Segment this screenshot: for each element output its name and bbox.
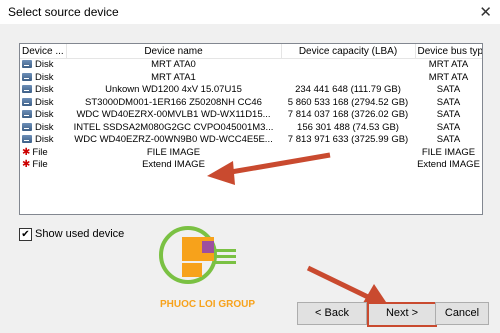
device-bus-cell: MRT ATA bbox=[428, 59, 469, 70]
column-header-device-capacity[interactable]: Device capacity (LBA) bbox=[281, 44, 416, 59]
select-source-device-dialog: Select source device ✕ Device ... Device… bbox=[0, 0, 500, 333]
disk-icon bbox=[22, 60, 32, 68]
dialog-title: Select source device bbox=[8, 5, 119, 19]
device-capacity-cell: 7 814 037 168 (3726.02 GB) bbox=[287, 109, 409, 120]
device-name-cell: INTEL SSDSA2M080G2GC CVPO045001M3... bbox=[73, 121, 274, 133]
table-row[interactable]: Disk MRT ATA1 MRT ATA bbox=[20, 72, 482, 85]
device-bus-cell: SATA bbox=[436, 109, 461, 120]
device-type-cell: Disk bbox=[20, 134, 66, 147]
disk-icon bbox=[22, 97, 32, 106]
annotation-arrow-file-image bbox=[207, 152, 331, 185]
back-button[interactable]: < Back bbox=[297, 302, 367, 325]
device-capacity-cell: 234 441 648 (111.79 GB) bbox=[295, 84, 401, 95]
logo-block-purple bbox=[202, 241, 214, 253]
cancel-button[interactable]: Cancel bbox=[435, 302, 489, 325]
device-type-cell: Disk bbox=[20, 59, 66, 72]
device-name-cell: MRT ATA1 bbox=[151, 71, 196, 83]
column-header-device-name[interactable]: Device name bbox=[66, 44, 282, 59]
close-icon[interactable]: ✕ bbox=[479, 3, 492, 21]
disk-icon bbox=[22, 72, 32, 81]
show-used-device-checkbox[interactable]: ✔ bbox=[19, 228, 32, 241]
device-type-cell: Disk bbox=[20, 97, 66, 110]
device-name-cell: Unkown WD1200 4xV 15.07U15 bbox=[105, 84, 242, 95]
device-type-cell: ✱ File bbox=[20, 147, 66, 160]
device-type-label: Disk bbox=[35, 109, 54, 120]
table-row[interactable]: Disk WDC WD40EZRX-00MVLB1 WD-WX11D15... 7 … bbox=[20, 109, 482, 122]
file-image-icon: ✱ bbox=[22, 159, 31, 170]
company-logo: PHUOC LOI GROUP bbox=[159, 226, 255, 310]
disk-icon bbox=[22, 135, 32, 143]
device-type-label: Disk bbox=[35, 96, 54, 108]
device-name-cell: WDC WD40EZRX-00MVLB1 WD-WX11D15... bbox=[76, 109, 271, 120]
disk-icon bbox=[22, 110, 32, 118]
device-name-cell: ST3000DM001-1ER166 Z50208NH CC46 bbox=[85, 96, 262, 108]
table-header-row: Device ... Device name Device capacity (… bbox=[20, 44, 482, 59]
device-bus-cell: FILE IMAGE bbox=[421, 146, 476, 158]
device-bus-cell: SATA bbox=[436, 121, 461, 133]
device-bus-cell: SATA bbox=[436, 96, 461, 108]
device-bus-cell: SATA bbox=[436, 134, 461, 145]
table-row[interactable]: Disk Unkown WD1200 4xV 15.07U15 234 441 64… bbox=[20, 84, 482, 97]
table-row[interactable]: Disk MRT ATA0 MRT ATA bbox=[20, 59, 482, 72]
device-type-label: Disk bbox=[35, 71, 54, 83]
device-bus-cell: Extend IMAGE bbox=[417, 159, 480, 170]
device-type-cell: ✱ File bbox=[20, 159, 66, 172]
device-name-cell: MRT ATA0 bbox=[151, 59, 196, 70]
title-bar: Select source device ✕ bbox=[0, 0, 500, 24]
device-type-cell: Disk bbox=[20, 109, 66, 122]
device-capacity-cell: 156 301 488 (74.53 GB) bbox=[297, 121, 399, 133]
device-bus-cell: MRT ATA bbox=[428, 71, 469, 83]
device-type-label: Disk bbox=[35, 59, 54, 70]
file-image-icon: ✱ bbox=[22, 146, 31, 158]
table-row[interactable]: Disk ST3000DM001-1ER166 Z50208NH CC46 5 86… bbox=[20, 97, 482, 110]
logo-text: PHUOC LOI GROUP bbox=[160, 299, 255, 310]
device-type-label: File bbox=[32, 146, 48, 158]
device-bus-cell: SATA bbox=[436, 84, 461, 95]
device-capacity-cell bbox=[281, 72, 415, 85]
show-used-device-label[interactable]: Show used device bbox=[35, 228, 124, 240]
device-type-label: Disk bbox=[35, 121, 54, 133]
device-type-label: Disk bbox=[35, 134, 54, 145]
device-type-cell: Disk bbox=[20, 84, 66, 97]
device-type-label: Disk bbox=[35, 84, 54, 95]
table-row[interactable]: Disk INTEL SSDSA2M080G2GC CVPO045001M3...… bbox=[20, 122, 482, 135]
device-type-cell: Disk bbox=[20, 122, 66, 135]
disk-icon bbox=[22, 122, 32, 131]
next-button[interactable]: Next > bbox=[367, 302, 437, 327]
device-type-cell: Disk bbox=[20, 72, 66, 85]
device-type-label: File bbox=[32, 159, 48, 170]
column-header-device-bus-type[interactable]: Device bus type bbox=[415, 44, 482, 59]
disk-icon bbox=[22, 85, 32, 93]
column-header-device-type[interactable]: Device ... bbox=[20, 44, 67, 59]
device-capacity-cell bbox=[281, 59, 415, 72]
device-capacity-cell: 5 860 533 168 (2794.52 GB) bbox=[287, 96, 409, 108]
